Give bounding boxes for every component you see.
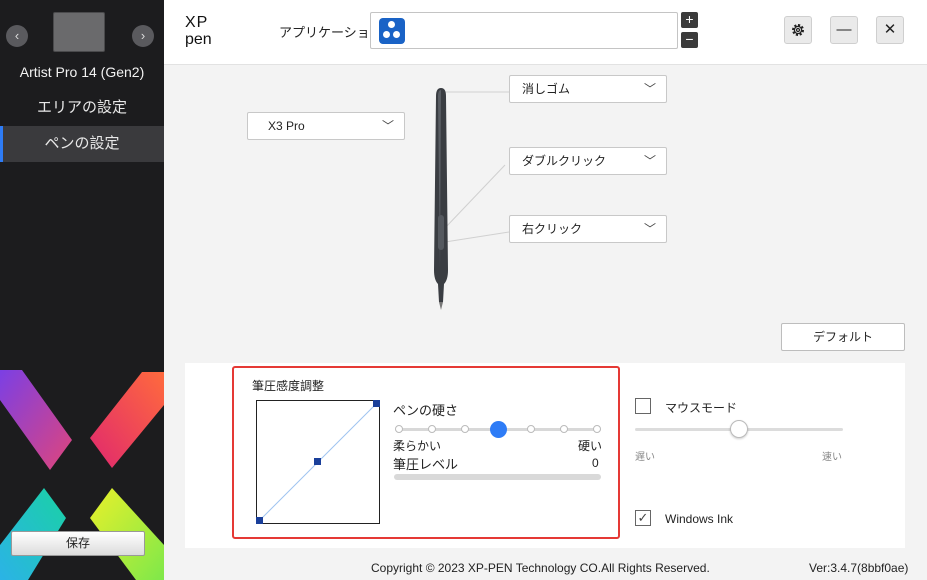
- hard-label: 硬い: [578, 439, 603, 453]
- hardness-tick: [560, 425, 568, 433]
- pen-hardness-label: ペンの硬さ: [393, 403, 459, 418]
- windows-ink-label: Windows Ink: [665, 512, 734, 526]
- all-apps-icon[interactable]: [379, 18, 405, 44]
- close-button[interactable]: ✕: [876, 16, 904, 44]
- upper-button-dropdown[interactable]: ダブルクリック ﹀: [509, 147, 667, 175]
- pen-model-value: X3 Pro: [268, 119, 305, 133]
- sidebar-item-area-settings[interactable]: エリアの設定: [0, 90, 164, 126]
- pressure-curve-editor[interactable]: [256, 400, 380, 524]
- device-image: [53, 12, 105, 52]
- svg-text:XP: XP: [185, 14, 208, 31]
- curve-handle-end[interactable]: [373, 400, 380, 407]
- sidebar-item-pen-settings[interactable]: ペンの設定: [0, 126, 164, 162]
- hardness-tick: [593, 425, 601, 433]
- upper-button-value: ダブルクリック: [522, 154, 607, 168]
- lower-button-value: 右クリック: [522, 222, 583, 236]
- mouse-speed-slider-thumb[interactable]: [730, 420, 748, 438]
- pressure-sensitivity-title: 筆圧感度調整: [252, 379, 325, 393]
- application-selector[interactable]: [370, 12, 678, 49]
- gear-icon: [792, 24, 804, 36]
- mouse-mode-checkbox[interactable]: [635, 398, 651, 414]
- device-name: Artist Pro 14 (Gen2): [19, 64, 145, 80]
- sidebar: ‹ › Artist Pro 14 (Gen2) エリアの設定 ペンの設定 保存: [0, 0, 164, 580]
- hardness-tick: [461, 425, 469, 433]
- chevron-down-icon: ﹀: [381, 119, 394, 133]
- version-text: Ver:3.4.7(8bbf0ae): [809, 561, 909, 575]
- add-application-button[interactable]: +: [681, 12, 698, 28]
- hardness-slider-thumb[interactable]: [489, 421, 507, 438]
- previous-device-button[interactable]: ‹: [6, 25, 28, 47]
- soft-label: 柔らかい: [393, 439, 442, 453]
- slow-label: 遅い: [635, 452, 655, 463]
- chevron-down-icon: ﹀: [643, 82, 656, 96]
- active-indicator: [0, 126, 3, 162]
- hardness-tick: [527, 425, 535, 433]
- lower-button-dropdown[interactable]: 右クリック ﹀: [509, 215, 667, 243]
- settings-button[interactable]: [784, 16, 812, 44]
- xp-pen-logo: XP pen: [185, 14, 212, 47]
- pen-illustration: [434, 88, 510, 310]
- pressure-level-label: 筆圧レベル: [393, 457, 459, 472]
- fast-label: 速い: [822, 452, 842, 463]
- windows-ink-checkbox[interactable]: ✓: [635, 510, 651, 526]
- minimize-button[interactable]: —: [830, 16, 858, 44]
- svg-text:pen: pen: [185, 31, 212, 47]
- curve-handle-start[interactable]: [256, 517, 263, 524]
- mouse-mode-label: マウスモード: [665, 401, 738, 415]
- curve-handle-mid[interactable]: [314, 458, 321, 465]
- eraser-button-dropdown[interactable]: 消しゴム ﹀: [509, 75, 667, 103]
- default-button[interactable]: デフォルト: [781, 323, 905, 351]
- copyright-text: Copyright © 2023 XP-PEN Technology CO.Al…: [371, 561, 710, 575]
- eraser-button-value: 消しゴム: [522, 82, 571, 96]
- pen-model-dropdown[interactable]: X3 Pro ﹀: [247, 112, 405, 140]
- hardness-tick: [395, 425, 403, 433]
- chevron-down-icon: ﹀: [643, 154, 656, 168]
- next-device-button[interactable]: ›: [132, 25, 154, 47]
- pressure-level-value: 0: [592, 456, 599, 470]
- hardness-tick: [428, 425, 436, 433]
- remove-application-button[interactable]: −: [681, 32, 698, 48]
- chevron-down-icon: ﹀: [643, 222, 656, 236]
- pressure-level-bar: [394, 474, 601, 480]
- save-button[interactable]: 保存: [11, 531, 145, 556]
